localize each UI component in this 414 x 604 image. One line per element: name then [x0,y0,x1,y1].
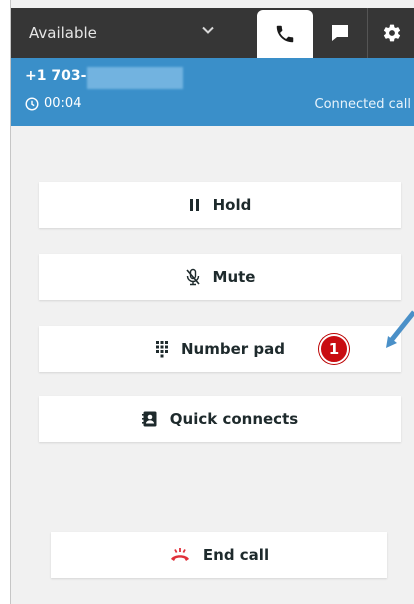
end-call-label: End call [202,546,270,564]
quick-connects-label: Quick connects [169,410,299,428]
call-state: Connected call [314,97,411,112]
redacted-number [87,67,183,89]
mute-label: Mute [212,268,256,286]
contact-control-panel: Available +1 703- 00:04 Connected call H… [10,0,414,604]
end-call-button[interactable]: End call [51,532,387,578]
call-timer-value: 00:04 [44,96,82,111]
tab-phone[interactable] [257,10,313,58]
agent-status-dropdown[interactable]: Available [11,8,257,58]
hold-button[interactable]: Hold [39,182,401,228]
step-badge: 1 [319,334,349,364]
top-bar: Available [11,8,414,58]
step-badge-number: 1 [328,340,340,358]
hang-up-icon [170,548,189,561]
mic-off-icon [185,268,200,286]
keypad-icon [156,341,168,358]
agent-status-label: Available [29,24,97,42]
phone-icon [276,25,294,43]
chat-icon [332,25,348,41]
clock-icon [25,96,39,111]
number-pad-label: Number pad [181,340,285,358]
gear-icon [383,24,400,42]
tab-chat[interactable] [313,8,367,58]
address-book-icon [141,411,157,427]
quick-connects-button[interactable]: Quick connects [39,396,401,442]
call-timer: 00:04 [25,96,81,111]
caller-number: +1 703- [25,68,87,84]
call-status-bar: +1 703- 00:04 Connected call [11,58,414,126]
tab-settings[interactable] [367,8,414,58]
pause-icon [189,199,199,211]
callout-arrow [386,310,414,348]
chevron-down-icon [202,26,214,34]
ccp-screen: Available +1 703- 00:04 Connected call H… [0,0,414,604]
mute-button[interactable]: Mute [39,254,401,300]
hold-label: Hold [212,196,252,214]
